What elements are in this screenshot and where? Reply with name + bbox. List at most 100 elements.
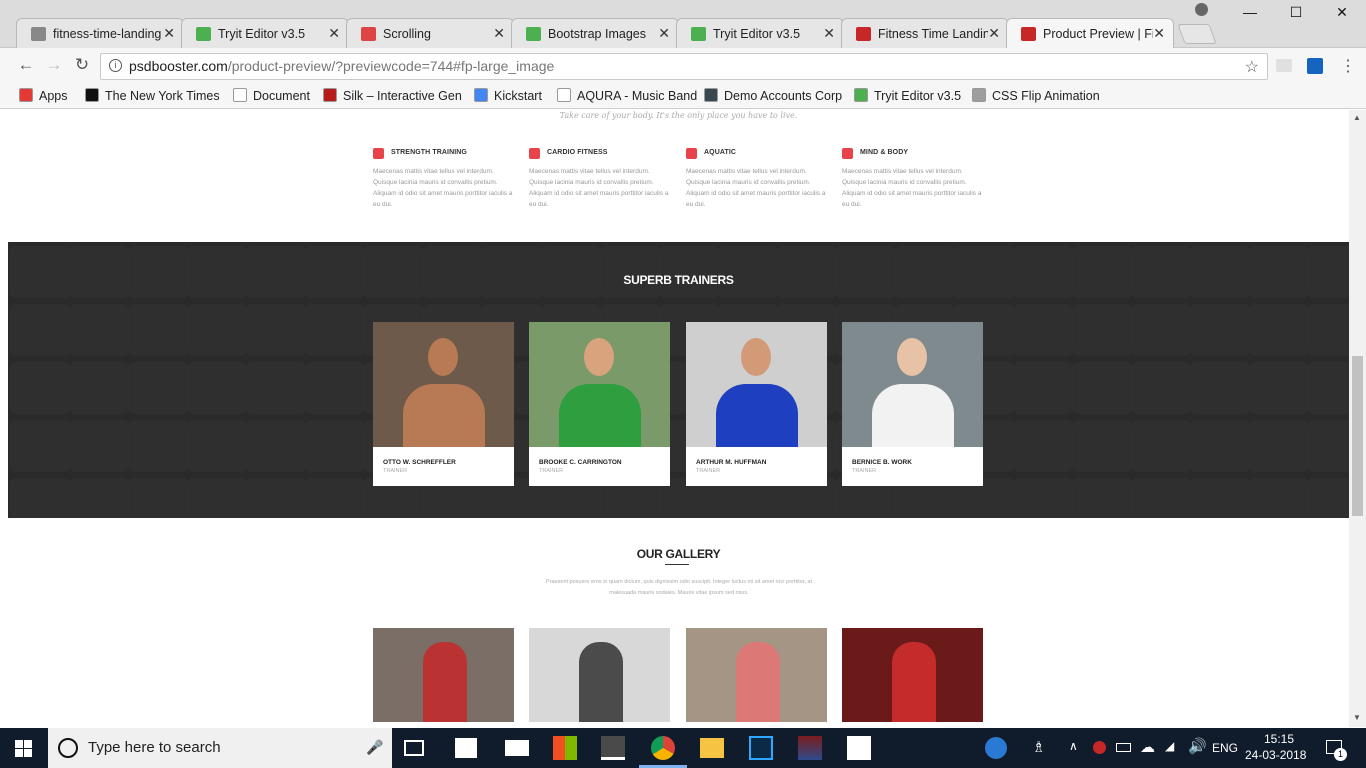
microphone-icon[interactable]: 🎤 bbox=[366, 739, 383, 756]
scroll-up-arrow[interactable]: ▲ bbox=[1353, 113, 1361, 122]
wifi-icon[interactable]: ◢ bbox=[1165, 739, 1174, 753]
tab-close-icon[interactable]: ✕ bbox=[658, 25, 670, 42]
browser-tab[interactable]: Product Preview | Fi ✕ bbox=[1006, 18, 1174, 49]
background-pattern-tile bbox=[69, 420, 129, 472]
task-view-icon[interactable] bbox=[404, 740, 424, 756]
browser-tab[interactable]: Scrolling ✕ bbox=[346, 18, 514, 48]
address-bar[interactable]: i psdbooster.com/product-preview/?previe… bbox=[100, 53, 1268, 80]
tab-close-icon[interactable]: ✕ bbox=[493, 25, 505, 42]
background-pattern-tile bbox=[1190, 362, 1250, 414]
office-icon[interactable] bbox=[553, 736, 577, 760]
battery-tray-icon[interactable] bbox=[1116, 743, 1131, 752]
trainer-card[interactable]: BERNICE B. WORK TRAINER bbox=[842, 322, 983, 486]
tab-close-icon[interactable]: ✕ bbox=[1153, 25, 1165, 42]
bookmark-label: Kickstart bbox=[494, 89, 542, 103]
bookmark-item[interactable]: Apps bbox=[19, 88, 68, 103]
background-pattern-tile bbox=[10, 478, 70, 518]
gallery-title-underline bbox=[665, 564, 689, 565]
people-icon[interactable]: ♗ bbox=[1032, 738, 1045, 756]
tab-close-icon[interactable]: ✕ bbox=[163, 25, 175, 42]
antivirus-tray-icon[interactable] bbox=[1093, 741, 1106, 754]
gallery-image[interactable] bbox=[373, 628, 514, 722]
minimize-icon[interactable]: — bbox=[1227, 4, 1273, 20]
trainer-head bbox=[897, 338, 927, 376]
mail-icon[interactable] bbox=[505, 740, 529, 756]
taskbar-search-box[interactable]: Type here to search 🎤 bbox=[48, 728, 392, 768]
browser-tab[interactable]: Fitness Time Landin ✕ bbox=[841, 18, 1009, 48]
page-scrollbar[interactable]: ▲ ▼ bbox=[1349, 110, 1366, 727]
clock-date[interactable]: 24-03-2018 bbox=[1245, 748, 1306, 762]
close-window-icon[interactable]: ✕ bbox=[1319, 4, 1365, 21]
background-pattern-tile bbox=[1190, 478, 1250, 518]
bookmark-item[interactable]: Silk – Interactive Gen bbox=[323, 88, 462, 103]
bookmark-item[interactable]: Kickstart bbox=[474, 88, 542, 103]
tray-expand-icon[interactable]: ∧ bbox=[1069, 739, 1078, 753]
browser-tab[interactable]: Bootstrap Images ✕ bbox=[511, 18, 679, 48]
trainer-card[interactable]: BROOKE C. CARRINGTON TRAINER bbox=[529, 322, 670, 486]
background-pattern-tile bbox=[246, 246, 306, 298]
photoshop-icon[interactable] bbox=[749, 736, 773, 760]
bookmark-item[interactable]: Document bbox=[233, 88, 310, 103]
background-pattern-tile bbox=[1249, 478, 1309, 518]
bookmark-item[interactable]: Demo Accounts Corp bbox=[704, 88, 842, 103]
trainer-role: TRAINER bbox=[852, 468, 877, 474]
browser-toolbar: ← → ↻ i psdbooster.com/product-preview/?… bbox=[0, 48, 1366, 84]
forward-icon[interactable]: → bbox=[42, 55, 66, 75]
notification-count-badge: 1 bbox=[1334, 748, 1347, 761]
chrome-icon[interactable] bbox=[651, 736, 675, 760]
feature-description: Maecenas mattis vitae tellus vel interdu… bbox=[529, 168, 669, 208]
back-icon[interactable]: ← bbox=[14, 55, 38, 75]
reload-icon[interactable]: ↻ bbox=[70, 55, 94, 75]
bookmark-item[interactable]: The New York Times bbox=[85, 88, 220, 103]
start-windows-icon[interactable] bbox=[15, 740, 32, 757]
help-icon[interactable] bbox=[985, 737, 1007, 759]
onedrive-icon[interactable]: ☁ bbox=[1140, 738, 1155, 756]
photos-icon[interactable] bbox=[847, 736, 871, 760]
profile-icon[interactable] bbox=[1195, 3, 1208, 16]
gallery-title: OUR GALLERY bbox=[636, 547, 721, 561]
file-explorer-icon[interactable] bbox=[700, 738, 724, 758]
background-pattern-tile bbox=[69, 304, 129, 356]
tab-close-icon[interactable]: ✕ bbox=[328, 25, 340, 42]
maximize-icon[interactable]: ☐ bbox=[1273, 4, 1319, 21]
browser-tab[interactable]: fitness-time-landing ✕ bbox=[16, 18, 184, 48]
search-extension-icon[interactable] bbox=[1307, 58, 1323, 74]
bookmark-item[interactable]: Tryit Editor v3.5 bbox=[854, 88, 961, 103]
trainer-card[interactable]: ARTHUR M. HUFFMAN TRAINER bbox=[686, 322, 827, 486]
new-tab-button[interactable] bbox=[1177, 24, 1217, 44]
tab-close-icon[interactable]: ✕ bbox=[988, 25, 1000, 42]
menu-dots-icon[interactable]: ⋮ bbox=[1340, 56, 1356, 76]
bookmark-item[interactable]: AQURA - Music Band bbox=[557, 88, 697, 103]
bookmark-item[interactable]: CSS Flip Animation bbox=[972, 88, 1100, 103]
clock-time[interactable]: 15:15 bbox=[1264, 732, 1294, 746]
background-pattern-tile bbox=[187, 362, 247, 414]
bookmark-star-icon[interactable]: ☆ bbox=[1245, 57, 1259, 77]
info-icon[interactable]: i bbox=[109, 59, 122, 72]
winrar-icon[interactable] bbox=[798, 736, 822, 760]
feature-description: Maecenas mattis vitae tellus vel interdu… bbox=[842, 168, 982, 208]
gallery-image[interactable] bbox=[529, 628, 670, 722]
tab-close-icon[interactable]: ✕ bbox=[823, 25, 835, 42]
bookmark-label: Silk – Interactive Gen bbox=[343, 89, 462, 103]
trainer-card[interactable]: OTTO W. SCHREFFLER TRAINER bbox=[373, 322, 514, 486]
gallery-image[interactable] bbox=[686, 628, 827, 722]
volume-icon[interactable]: 🔊 bbox=[1188, 737, 1207, 755]
page-icon bbox=[557, 88, 571, 102]
browser-tab[interactable]: Tryit Editor v3.5 ✕ bbox=[181, 18, 349, 48]
background-pattern-tile bbox=[187, 420, 247, 472]
background-pattern-tile bbox=[1249, 362, 1309, 414]
browser-tab[interactable]: Tryit Editor v3.5 ✕ bbox=[676, 18, 844, 48]
language-indicator[interactable]: ENG bbox=[1212, 741, 1238, 755]
sublime-text-icon[interactable] bbox=[601, 736, 625, 760]
scroll-down-arrow[interactable]: ▼ bbox=[1353, 713, 1361, 722]
bookmark-label: Apps bbox=[39, 89, 68, 103]
background-pattern-tile bbox=[69, 246, 129, 298]
trainer-head bbox=[584, 338, 614, 376]
background-pattern-tile bbox=[600, 246, 660, 298]
gallery-image[interactable] bbox=[842, 628, 983, 722]
extension-icon[interactable] bbox=[1276, 59, 1292, 72]
scrollbar-thumb[interactable] bbox=[1352, 356, 1363, 516]
bookmark-label: CSS Flip Animation bbox=[992, 89, 1100, 103]
tab-favicon-icon bbox=[196, 27, 211, 41]
store-icon[interactable] bbox=[455, 738, 477, 758]
